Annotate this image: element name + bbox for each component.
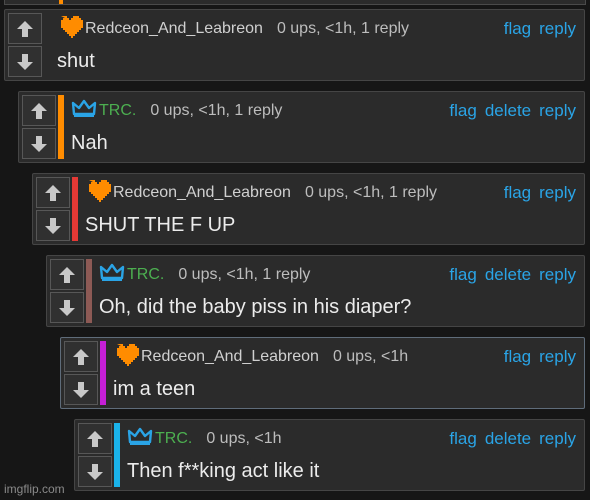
watermark: imgflip.com: [4, 482, 65, 496]
upvote-button[interactable]: [50, 259, 84, 290]
comment-text: Nah: [71, 132, 108, 154]
vote-controls: [36, 177, 70, 241]
blue-crown-icon[interactable]: [127, 426, 153, 450]
comment: Redceon_And_Leabreon 0 ups, <1h flag reply i…: [60, 337, 585, 409]
blue-crown-icon[interactable]: [71, 98, 97, 122]
reply-link[interactable]: reply: [539, 429, 576, 449]
downvote-button[interactable]: [50, 292, 84, 323]
orange-heart-icon[interactable]: [113, 344, 139, 368]
comment-actions: flag delete reply: [449, 429, 576, 449]
comment-text: Then f**king act like it: [127, 460, 320, 482]
upvote-button[interactable]: [36, 177, 70, 208]
blue-crown-icon[interactable]: [99, 262, 125, 286]
username-link[interactable]: TRC.: [99, 102, 136, 120]
comment-header: Redceon_And_Leabreon 0 ups, <1h flag reply: [141, 346, 576, 368]
comment-thread: Redceon_And_Leabreon 0 ups, <1h, 1 reply f…: [0, 0, 590, 500]
down-arrow-icon: [43, 216, 63, 236]
downvote-button[interactable]: [22, 128, 56, 159]
delete-link[interactable]: delete: [485, 265, 531, 285]
username-link[interactable]: TRC.: [155, 430, 192, 448]
comment-meta: 0 ups, <1h, 1 reply: [150, 102, 283, 119]
up-arrow-icon: [29, 101, 49, 121]
flag-link[interactable]: flag: [449, 429, 476, 449]
flag-link[interactable]: flag: [504, 183, 531, 203]
vote-controls: [64, 341, 98, 405]
up-arrow-icon: [43, 183, 63, 203]
comment-text: shut: [57, 50, 95, 72]
comment-header: TRC. 0 ups, <1h flag delete reply: [155, 428, 576, 450]
comment: TRC. 0 ups, <1h, 1 reply flag delete reply Oh…: [46, 255, 585, 327]
username-link[interactable]: Redceon_And_Leabreon: [113, 184, 291, 202]
up-arrow-icon: [15, 19, 35, 39]
comment-actions: flag reply: [504, 347, 576, 367]
comment-meta: 0 ups, <1h: [206, 430, 282, 447]
comment-header: Redceon_And_Leabreon 0 ups, <1h, 1 reply f…: [85, 18, 576, 40]
comment-actions: flag delete reply: [449, 265, 576, 285]
comment-meta: 0 ups, <1h, 1 reply: [178, 266, 311, 283]
up-arrow-icon: [85, 429, 105, 449]
comment-header: TRC. 0 ups, <1h, 1 reply flag delete reply: [99, 100, 576, 122]
flag-link[interactable]: flag: [449, 101, 476, 121]
vote-controls: [8, 13, 42, 77]
down-arrow-icon: [15, 52, 35, 72]
reply-link[interactable]: reply: [539, 101, 576, 121]
upvote-button[interactable]: [22, 95, 56, 126]
comment-meta: 0 ups, <1h, 1 reply: [276, 20, 410, 37]
username-link[interactable]: Redceon_And_Leabreon: [85, 20, 263, 38]
comment: TRC. 0 ups, <1h, 1 reply flag delete reply Na…: [18, 91, 585, 163]
downvote-button[interactable]: [36, 210, 70, 241]
comment-text: Oh, did the baby piss in his diaper?: [99, 296, 412, 318]
comment-depth-bar: [114, 423, 120, 487]
reply-link[interactable]: reply: [539, 19, 576, 39]
flag-link[interactable]: flag: [504, 347, 531, 367]
vote-controls: [78, 423, 112, 487]
downvote-button[interactable]: [78, 456, 112, 487]
comment: Redceon_And_Leabreon 0 ups, <1h, 1 reply f…: [32, 173, 585, 245]
reply-link[interactable]: reply: [539, 183, 576, 203]
flag-link[interactable]: flag: [449, 265, 476, 285]
reply-link[interactable]: reply: [539, 265, 576, 285]
orange-heart-icon[interactable]: [85, 180, 111, 204]
flag-link[interactable]: flag: [504, 19, 531, 39]
comment: TRC. 0 ups, <1h flag delete reply Then f**kin…: [74, 419, 585, 491]
comment-depth-bar: [86, 259, 92, 323]
comment-meta: 0 ups, <1h: [332, 348, 409, 365]
down-arrow-icon: [71, 380, 91, 400]
comment-actions: flag reply: [504, 183, 576, 203]
comment-depth-bar: [100, 341, 106, 405]
vote-controls: [22, 95, 56, 159]
up-arrow-icon: [71, 347, 91, 367]
comment-text: SHUT THE F UP: [85, 214, 236, 236]
comment-meta: 0 ups, <1h, 1 reply: [304, 184, 438, 201]
comment: Redceon_And_Leabreon 0 ups, <1h, 1 reply f…: [4, 9, 585, 81]
downvote-button[interactable]: [64, 374, 98, 405]
down-arrow-icon: [85, 462, 105, 482]
comment-actions: flag reply: [504, 19, 576, 39]
comment-depth-bar: [72, 177, 78, 241]
up-arrow-icon: [57, 265, 77, 285]
down-arrow-icon: [57, 298, 77, 318]
comment-header: Redceon_And_Leabreon 0 ups, <1h, 1 reply f…: [113, 182, 576, 204]
downvote-button[interactable]: [8, 46, 42, 77]
comment-actions: flag delete reply: [449, 101, 576, 121]
upvote-button[interactable]: [78, 423, 112, 454]
comment-header: TRC. 0 ups, <1h, 1 reply flag delete reply: [127, 264, 576, 286]
delete-link[interactable]: delete: [485, 101, 531, 121]
vote-controls: [50, 259, 84, 323]
delete-link[interactable]: delete: [485, 429, 531, 449]
username-link[interactable]: Redceon_And_Leabreon: [141, 348, 319, 366]
username-link[interactable]: TRC.: [127, 266, 164, 284]
upvote-button[interactable]: [8, 13, 42, 44]
orange-heart-icon[interactable]: [57, 16, 83, 40]
down-arrow-icon: [29, 134, 49, 154]
reply-link[interactable]: reply: [539, 347, 576, 367]
comment-text: im a teen: [113, 378, 196, 400]
comment-depth-bar: [58, 95, 64, 159]
upvote-button[interactable]: [64, 341, 98, 372]
